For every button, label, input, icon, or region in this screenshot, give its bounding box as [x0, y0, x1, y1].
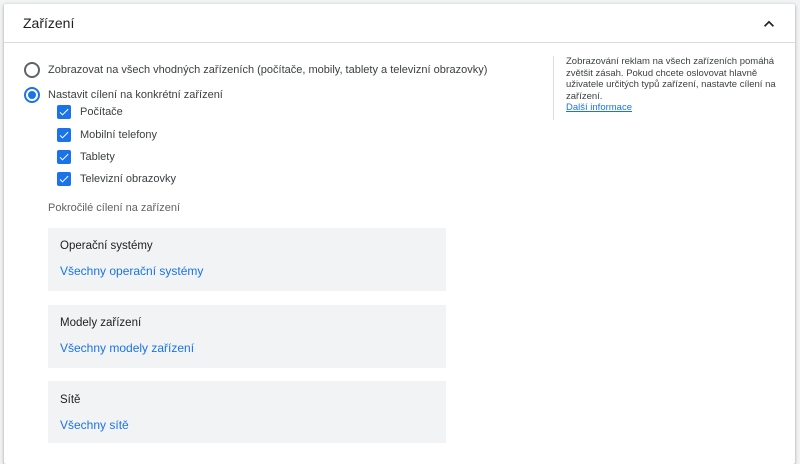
panel-header[interactable]: Zařízení	[4, 4, 795, 43]
device-option-tablets[interactable]: Tablety	[57, 148, 115, 166]
section-value-link[interactable]: Všechny sítě	[60, 418, 129, 432]
panel-title: Zařízení	[23, 15, 75, 31]
help-panel: Zobrazování reklam na všech zařízeních p…	[553, 56, 781, 120]
device-option-mobile[interactable]: Mobilní telefony	[57, 126, 157, 144]
collapse-button[interactable]	[757, 12, 781, 36]
section-value-link[interactable]: Všechny modely zařízení	[60, 341, 194, 355]
check-icon	[59, 175, 69, 183]
advanced-targeting-label: Pokročilé cílení na zařízení	[48, 202, 181, 214]
checkbox-mobile[interactable]	[57, 128, 71, 142]
checkbox-computers[interactable]	[57, 105, 71, 119]
radio-specific-devices[interactable]	[24, 87, 40, 103]
section-title: Modely zařízení	[60, 317, 142, 329]
radio-specific-devices-label: Nastavit cílení na konkrétní zařízení	[48, 89, 223, 101]
networks-section[interactable]: Sítě Všechny sítě	[48, 381, 446, 443]
checkbox-label: Počítače	[80, 106, 123, 118]
check-icon	[59, 131, 69, 139]
device-targeting-panel: Zařízení Zobrazovat na všech vhodných za…	[4, 4, 795, 464]
checkbox-label: Mobilní telefony	[80, 129, 158, 141]
radio-option-all-devices[interactable]: Zobrazovat na všech vhodných zařízeních …	[24, 60, 487, 80]
check-icon	[59, 108, 69, 116]
checkbox-label: Tablety	[80, 151, 115, 163]
chevron-up-icon	[764, 20, 774, 27]
checkbox-tv[interactable]	[57, 172, 71, 186]
radio-all-devices-label: Zobrazovat na všech vhodných zařízeních …	[48, 64, 488, 76]
section-value-link[interactable]: Všechny operační systémy	[60, 264, 203, 278]
radio-option-specific-devices[interactable]: Nastavit cílení na konkrétní zařízení	[24, 85, 223, 105]
checkbox-label: Televizní obrazovky	[80, 173, 176, 185]
device-models-section[interactable]: Modely zařízení Všechny modely zařízení	[48, 305, 446, 368]
learn-more-link[interactable]: Další informace	[566, 102, 781, 114]
section-title: Operační systémy	[60, 240, 153, 252]
radio-all-devices[interactable]	[24, 62, 40, 78]
device-option-tv[interactable]: Televizní obrazovky	[57, 170, 176, 188]
section-title: Sítě	[60, 394, 81, 406]
operating-systems-section[interactable]: Operační systémy Všechny operační systém…	[48, 228, 446, 291]
checkbox-tablets[interactable]	[57, 150, 71, 164]
help-text: Zobrazování reklam na všech zařízeních p…	[566, 56, 776, 102]
device-option-computers[interactable]: Počítače	[57, 103, 123, 121]
check-icon	[59, 153, 69, 161]
